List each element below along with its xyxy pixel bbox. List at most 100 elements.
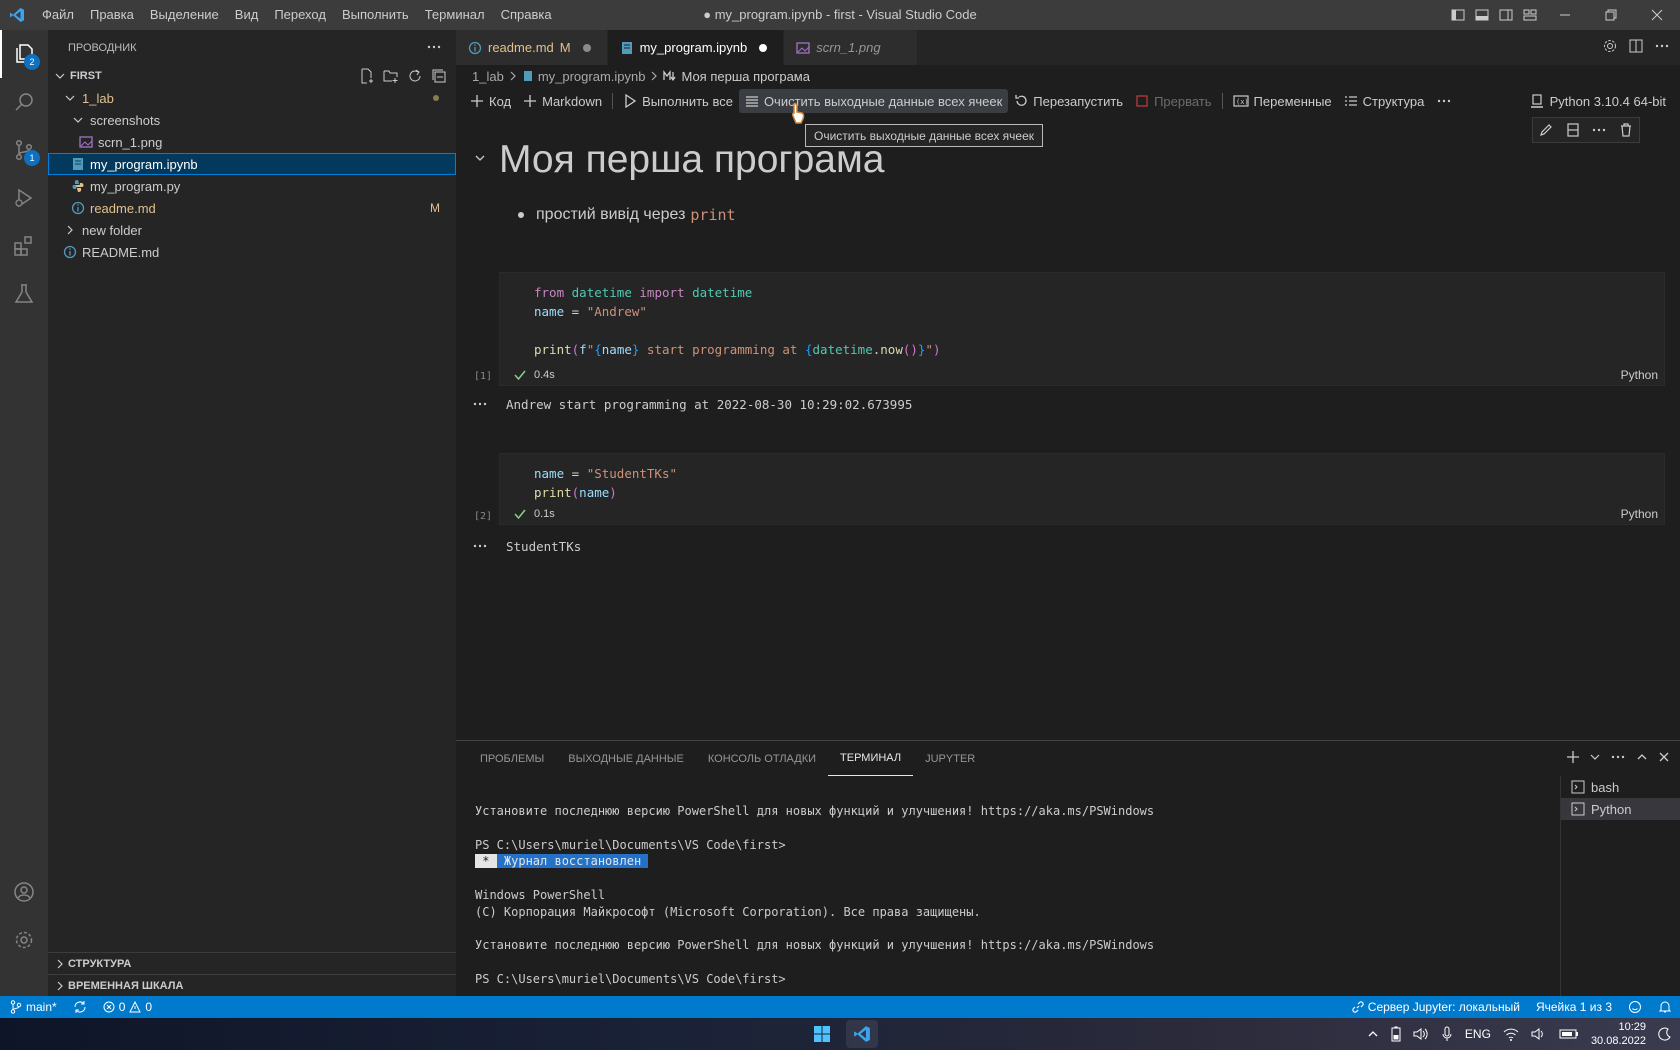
volume-icon[interactable]	[1531, 1027, 1547, 1041]
unsaved-dot-icon[interactable]	[755, 43, 771, 53]
tab-readme[interactable]: readme.md M	[456, 30, 608, 65]
microphone-icon[interactable]	[1441, 1026, 1453, 1042]
battery-icon[interactable]	[1391, 1026, 1401, 1042]
run-all-button[interactable]: Выполнить все	[617, 89, 739, 113]
git-branch-status[interactable]: main*	[0, 996, 65, 1018]
customize-layout-icon[interactable]	[1518, 0, 1542, 30]
system-clock[interactable]: 10:29 30.08.2022	[1591, 1020, 1646, 1048]
tab-debug-console[interactable]: КОНСОЛЬ ОТЛАДКИ	[696, 741, 828, 776]
more-actions-icon[interactable]	[426, 39, 442, 55]
workspace-root[interactable]: FIRST	[48, 65, 456, 87]
new-terminal-icon[interactable]	[1566, 750, 1580, 764]
feedback-status[interactable]	[1620, 996, 1650, 1018]
more-actions-icon[interactable]	[1592, 123, 1606, 137]
menu-view[interactable]: Вид	[227, 0, 267, 30]
terminal-item-bash[interactable]: bash	[1561, 776, 1680, 798]
refresh-icon[interactable]	[406, 68, 424, 84]
chevron-up-icon[interactable]	[1367, 1028, 1379, 1040]
chevron-down-icon[interactable]	[474, 152, 486, 164]
extensions-activity[interactable]	[0, 222, 48, 270]
notifications-status[interactable]	[1650, 996, 1680, 1018]
testing-activity[interactable]	[0, 270, 48, 318]
windows-start-icon[interactable]	[806, 1020, 838, 1048]
folder-1-lab[interactable]: 1_lab	[48, 87, 456, 109]
speaker-icon[interactable]	[1413, 1027, 1429, 1041]
battery-status-icon[interactable]	[1559, 1028, 1579, 1040]
menu-edit[interactable]: Правка	[82, 0, 142, 30]
menu-help[interactable]: Справка	[493, 0, 560, 30]
toggle-secondary-sidebar-icon[interactable]	[1494, 0, 1518, 30]
code-cell-1-source[interactable]: from datetime import datetime name = "An…	[500, 273, 1664, 359]
input-language[interactable]: ENG	[1465, 1027, 1491, 1041]
source-control-activity[interactable]: 1	[0, 126, 48, 174]
accounts-activity[interactable]	[0, 868, 48, 916]
variables-button[interactable]: (x) Переменные	[1227, 89, 1338, 113]
more-toolbar-actions[interactable]	[1430, 89, 1458, 113]
code-cell-1[interactable]: from datetime import datetime name = "An…	[499, 272, 1665, 386]
clear-all-outputs-button[interactable]: Очистить выходные данные всех ячеек	[738, 89, 1009, 113]
wifi-icon[interactable]	[1503, 1027, 1519, 1041]
more-actions-icon[interactable]	[472, 393, 488, 415]
more-actions-icon[interactable]	[1610, 750, 1626, 764]
cell-position-status[interactable]: Ячейка 1 из 3	[1528, 996, 1620, 1018]
file-my-program-ipynb[interactable]: my_program.ipynb	[48, 153, 456, 175]
sync-status[interactable]	[65, 996, 95, 1018]
new-file-icon[interactable]	[358, 68, 376, 84]
problems-status[interactable]: 0 0	[95, 996, 160, 1018]
outline-section[interactable]: СТРУКТУРА	[48, 952, 456, 974]
run-debug-activity[interactable]	[0, 174, 48, 222]
collapse-all-icon[interactable]	[430, 68, 448, 84]
jupyter-server-status[interactable]: Сервер Jupyter: локальный	[1344, 996, 1528, 1018]
file-scrn-1[interactable]: scrn_1.png	[48, 131, 456, 153]
tab-jupyter[interactable]: JUPYTER	[913, 741, 987, 776]
folder-screenshots[interactable]: screenshots	[48, 109, 456, 131]
menu-run[interactable]: Выполнить	[334, 0, 417, 30]
tab-my-program-ipynb[interactable]: my_program.ipynb	[607, 30, 785, 65]
more-actions-icon[interactable]	[472, 535, 488, 557]
menu-go[interactable]: Переход	[266, 0, 334, 30]
kernel-picker[interactable]: Python 3.10.4 64-bit	[1530, 89, 1666, 113]
restore-icon[interactable]	[1588, 0, 1634, 30]
code-cell-2[interactable]: name = "StudentTKs" print(name) 0.1s Pyt…	[499, 453, 1665, 525]
explorer-activity[interactable]: 2	[0, 30, 48, 78]
menu-file[interactable]: Файл	[34, 0, 82, 30]
tab-output[interactable]: ВЫХОДНЫЕ ДАННЫЕ	[556, 741, 696, 776]
toggle-panel-icon[interactable]	[1470, 0, 1494, 30]
add-markdown-cell-button[interactable]: Markdown	[517, 89, 608, 113]
tab-terminal[interactable]: ТЕРМИНАЛ	[828, 741, 914, 776]
breadcrumb-symbol[interactable]: Моя перша програма	[681, 69, 810, 84]
delete-cell-icon[interactable]	[1619, 123, 1633, 137]
menu-selection[interactable]: Выделение	[142, 0, 227, 30]
folder-new-folder[interactable]: new folder	[48, 219, 456, 241]
moon-icon[interactable]	[1658, 1027, 1672, 1041]
manage-activity[interactable]	[0, 916, 48, 964]
add-code-cell-button[interactable]: Код	[464, 89, 517, 113]
menu-terminal[interactable]: Терминал	[417, 0, 493, 30]
code-cell-2-source[interactable]: name = "StudentTKs" print(name)	[500, 454, 1664, 502]
edit-cell-icon[interactable]	[1539, 123, 1553, 137]
maximize-panel-icon[interactable]	[1636, 751, 1648, 763]
gear-icon[interactable]	[1602, 38, 1618, 54]
close-panel-icon[interactable]	[1658, 751, 1670, 763]
breadcrumb-folder[interactable]: 1_lab	[472, 69, 504, 84]
breadcrumb-file[interactable]: my_program.ipynb	[538, 69, 646, 84]
new-folder-icon[interactable]	[382, 68, 400, 84]
cell-language[interactable]: Python	[1621, 507, 1658, 521]
tab-scrn-1[interactable]: scrn_1.png	[784, 30, 918, 65]
search-activity[interactable]	[0, 78, 48, 126]
more-actions-icon[interactable]	[1654, 38, 1670, 54]
outline-button[interactable]: Структура	[1338, 89, 1431, 113]
minimize-icon[interactable]	[1542, 0, 1588, 30]
toggle-sidebar-icon[interactable]	[1446, 0, 1470, 30]
file-my-program-py[interactable]: my_program.py	[48, 175, 456, 197]
interrupt-kernel-button[interactable]: Прервать	[1129, 89, 1217, 113]
terminal-output[interactable]: Установите последнюю версию PowerShell д…	[475, 803, 1154, 988]
close-window-icon[interactable]	[1634, 0, 1680, 30]
file-readme-upper[interactable]: README.md	[48, 241, 456, 263]
split-cell-icon[interactable]	[1566, 123, 1580, 137]
tab-problems[interactable]: ПРОБЛЕМЫ	[468, 741, 556, 776]
chevron-down-icon[interactable]	[1590, 752, 1600, 762]
split-editor-icon[interactable]	[1628, 38, 1644, 54]
restart-kernel-button[interactable]: Перезапустить	[1008, 89, 1129, 113]
unsaved-dot-icon[interactable]	[579, 43, 595, 53]
